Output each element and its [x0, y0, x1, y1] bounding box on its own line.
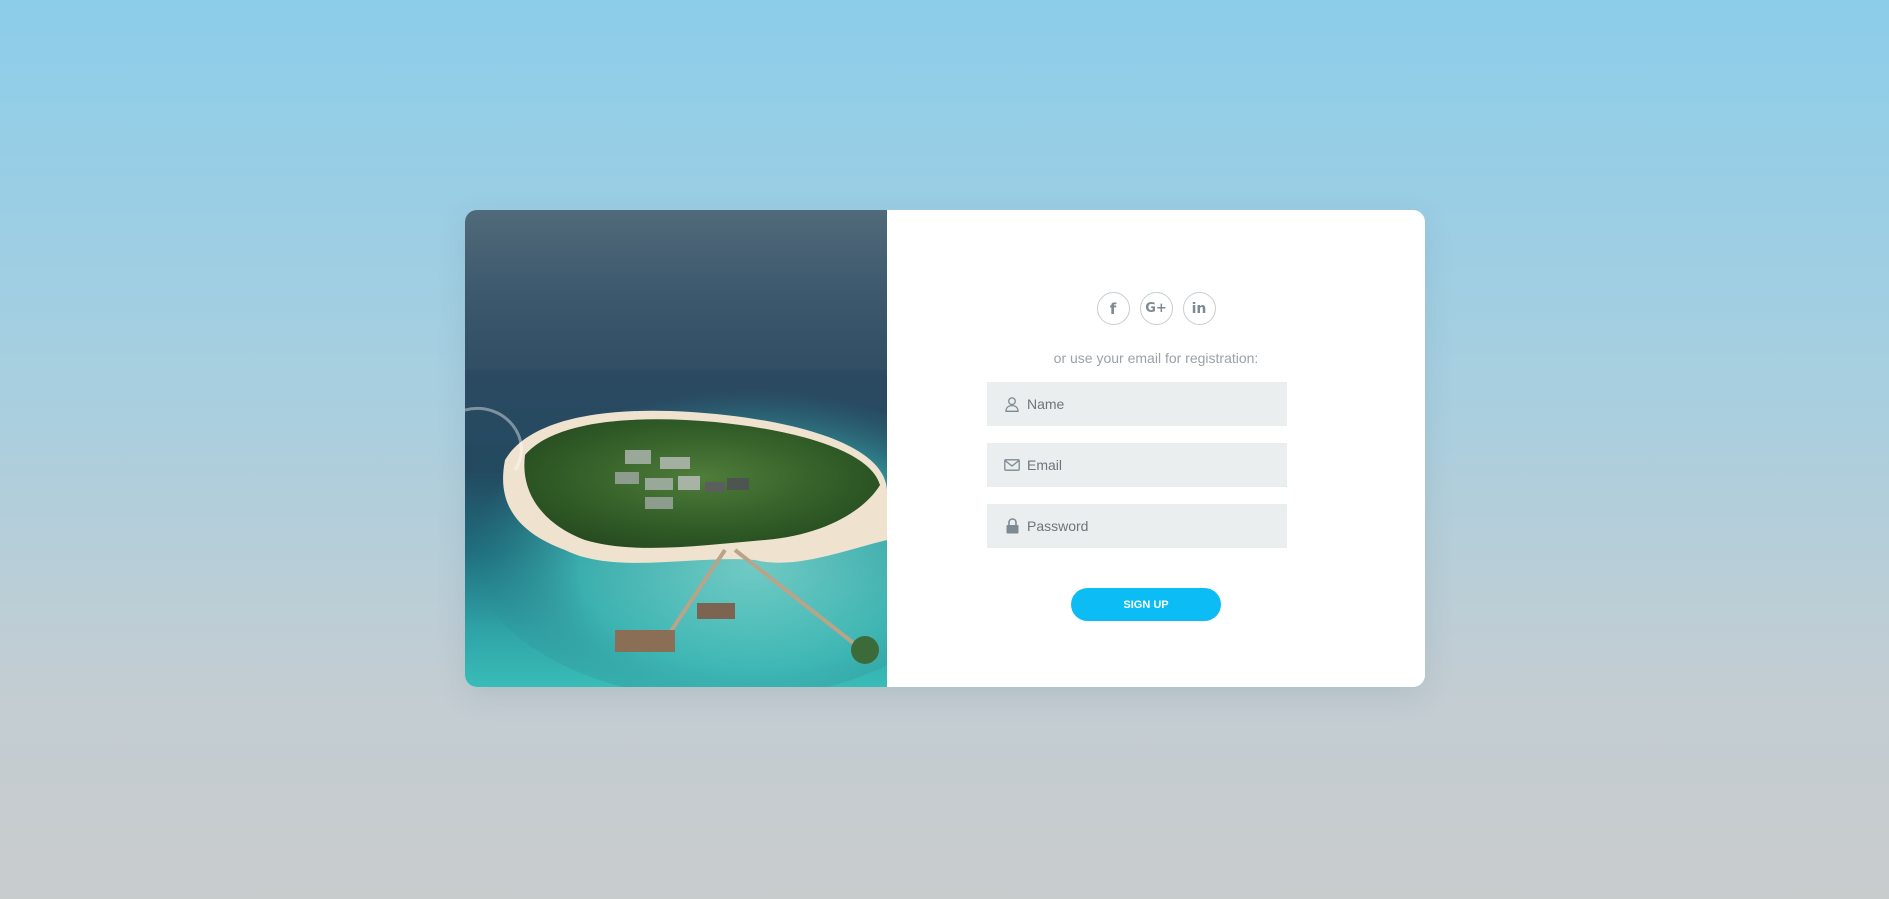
signup-form-panel: f G+ in or use your email for registrati…: [887, 210, 1425, 687]
user-icon: [1003, 395, 1021, 413]
envelope-icon: [1003, 456, 1021, 474]
social-login-group: f G+ in: [887, 292, 1425, 325]
island-illustration: [465, 210, 887, 687]
lock-icon: [1003, 517, 1021, 535]
signup-card: f G+ in or use your email for registrati…: [465, 210, 1425, 687]
linkedin-icon: in: [1191, 300, 1207, 317]
password-field[interactable]: [987, 504, 1287, 548]
password-input[interactable]: [1027, 504, 1267, 548]
registration-subtitle: or use your email for registration:: [1053, 350, 1259, 366]
google-plus-icon: G+: [1145, 301, 1167, 316]
linkedin-button[interactable]: in: [1182, 292, 1216, 325]
facebook-icon: f: [1109, 299, 1117, 318]
email-input[interactable]: [1027, 443, 1267, 487]
facebook-button[interactable]: f: [1096, 292, 1130, 325]
google-plus-button[interactable]: G+: [1139, 292, 1173, 325]
island-photo: [465, 210, 887, 687]
name-input[interactable]: [1027, 382, 1267, 426]
sign-up-button[interactable]: SIGN UP: [1071, 588, 1221, 621]
email-field[interactable]: [987, 443, 1287, 487]
name-field[interactable]: [987, 382, 1287, 426]
